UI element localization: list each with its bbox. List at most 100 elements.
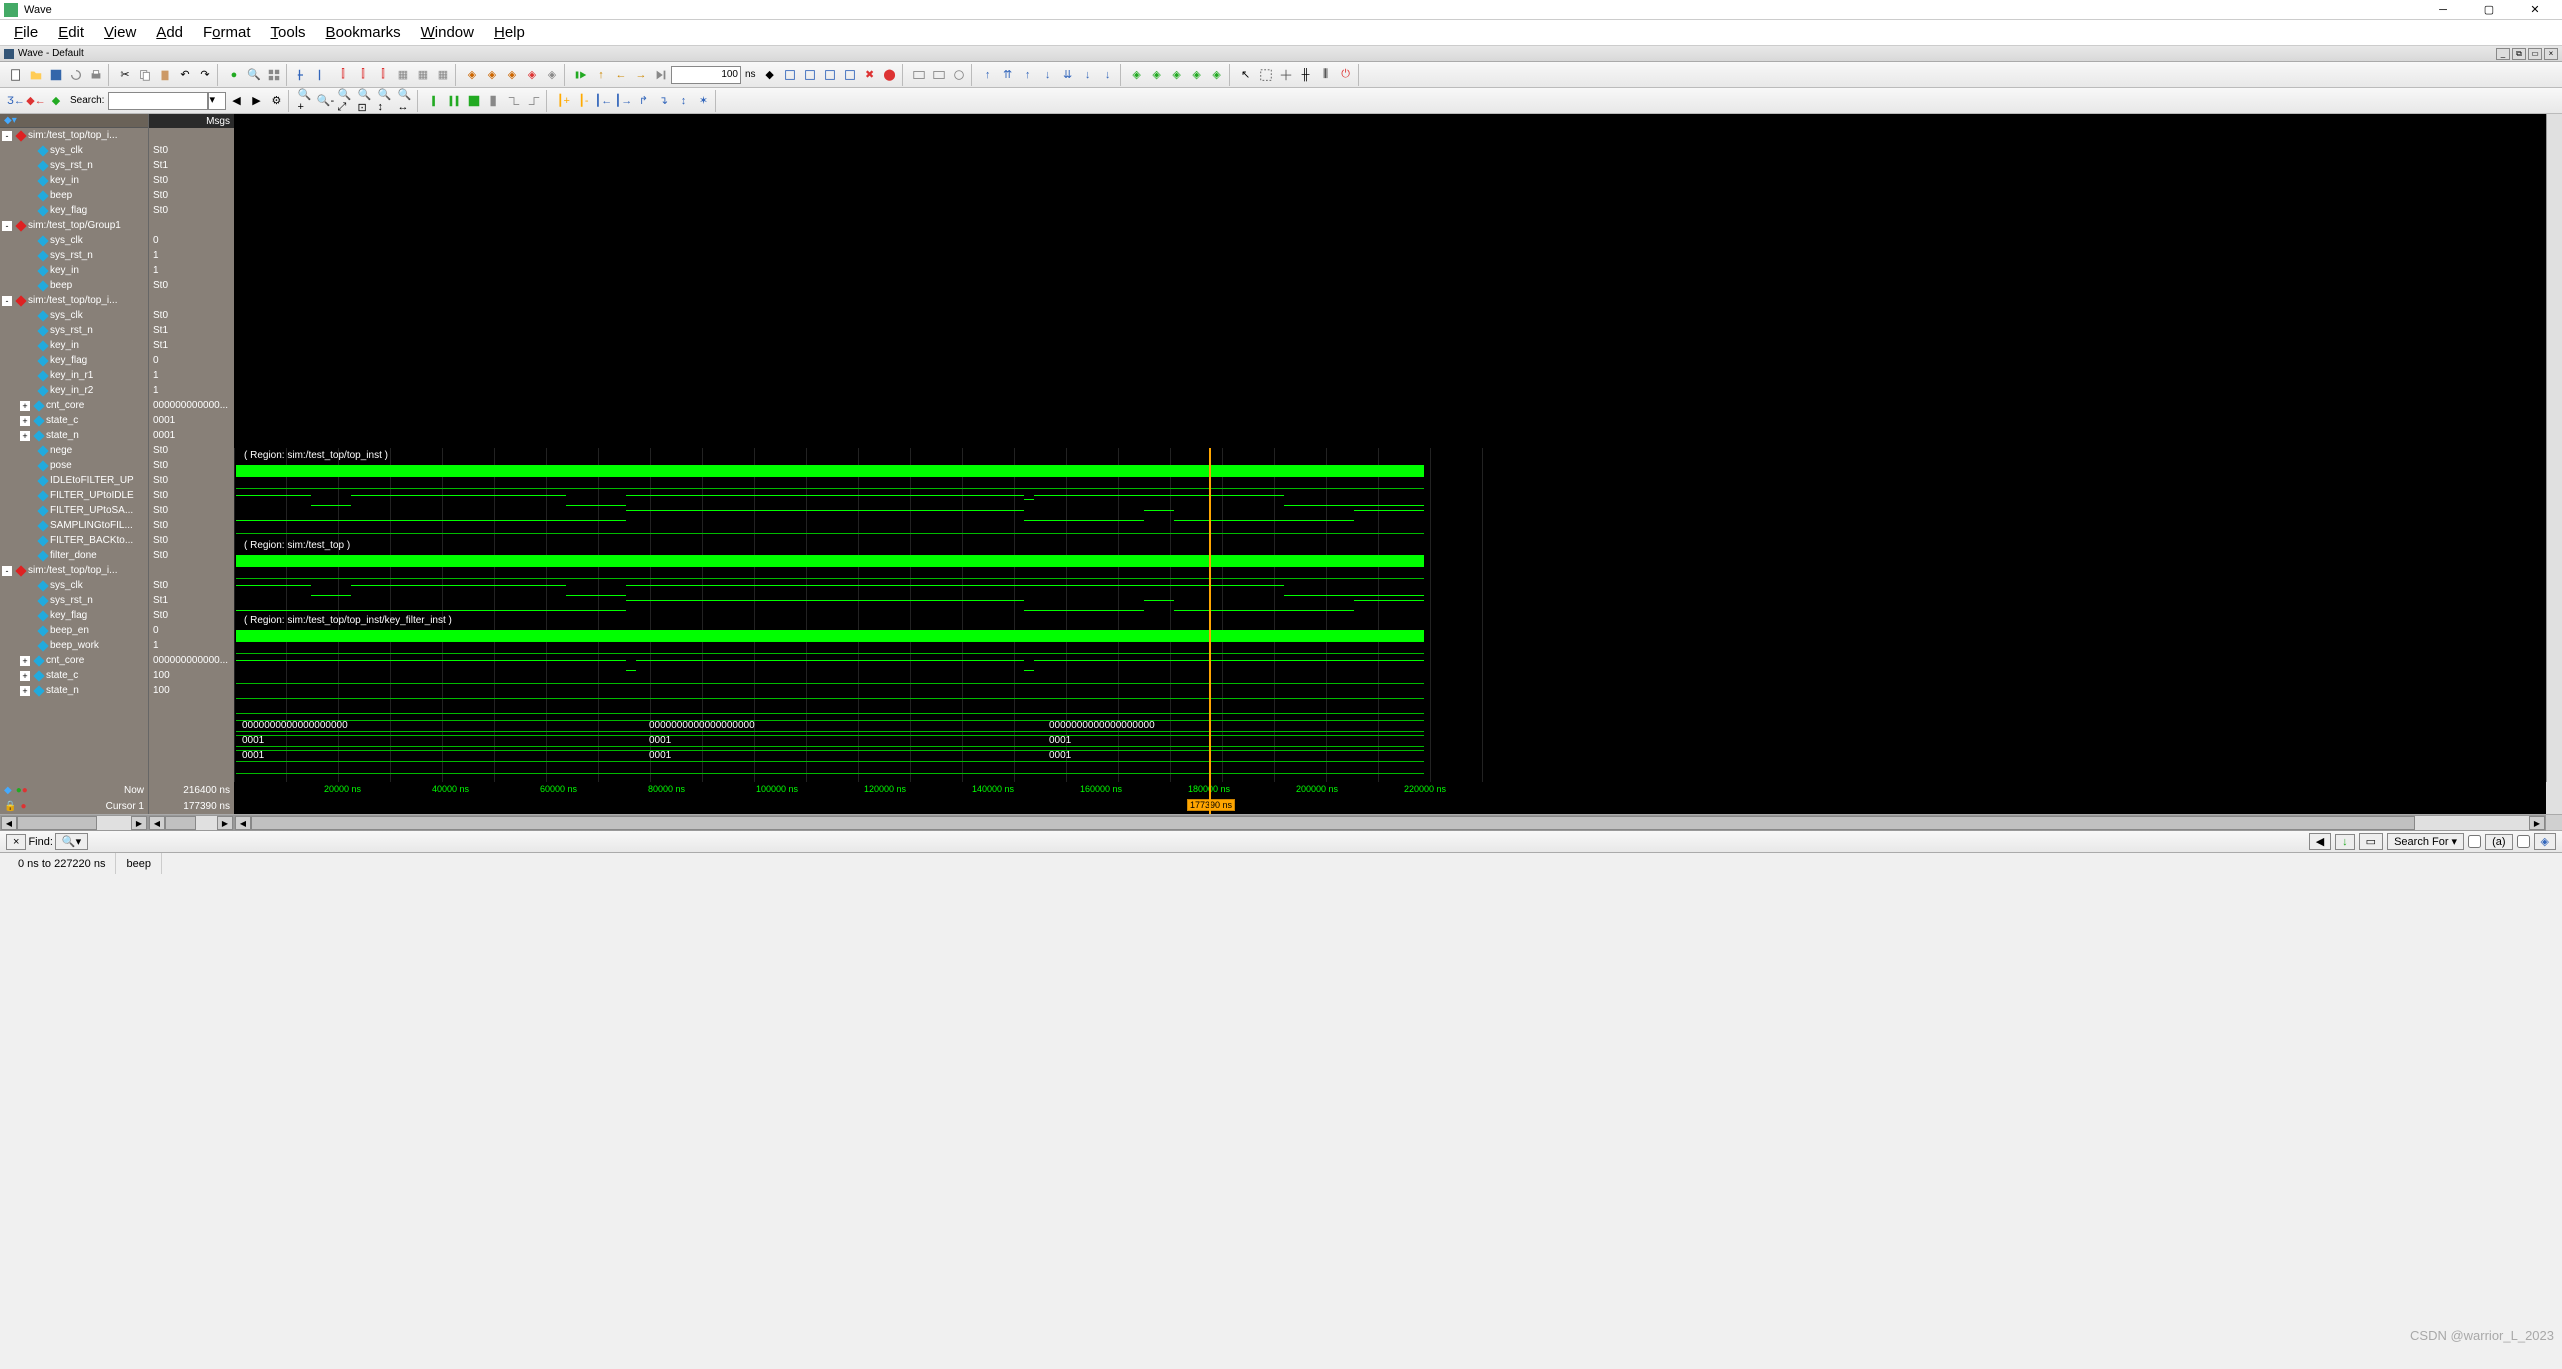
signal-row[interactable]: beep bbox=[0, 278, 148, 293]
mode-grey-icon[interactable] bbox=[485, 92, 503, 110]
menu-edit[interactable]: Edit bbox=[48, 22, 94, 43]
step4-icon[interactable] bbox=[841, 66, 859, 84]
signal-row[interactable]: +cnt_core bbox=[0, 653, 148, 668]
signal-row[interactable]: +cnt_core bbox=[0, 398, 148, 413]
find-whole-icon[interactable]: ◈ bbox=[2534, 833, 2556, 850]
tile-icon[interactable] bbox=[265, 66, 283, 84]
signal-row[interactable]: -sim:/test_top/Group1 bbox=[0, 218, 148, 233]
find-nav-prev-icon[interactable]: ◀ bbox=[2309, 833, 2331, 850]
fmt4-icon[interactable]: ◈ bbox=[1188, 66, 1206, 84]
search-for-dropdown[interactable]: Search For ▾ bbox=[2387, 833, 2464, 850]
select-all-icon[interactable]: ● bbox=[225, 66, 243, 84]
zoom-drag-icon[interactable] bbox=[1277, 66, 1295, 84]
pointer-icon[interactable]: ↖ bbox=[1237, 66, 1255, 84]
signal-row[interactable]: +state_n bbox=[0, 683, 148, 698]
signal-row[interactable]: SAMPLINGtoFIL... bbox=[0, 518, 148, 533]
signal-row[interactable]: +state_n bbox=[0, 428, 148, 443]
signal-row[interactable]: sys_clk bbox=[0, 578, 148, 593]
edge-any-icon[interactable]: ↕ bbox=[674, 92, 692, 110]
run-time-input[interactable] bbox=[671, 66, 741, 84]
signal-row[interactable]: -sim:/test_top/top_i... bbox=[0, 563, 148, 578]
group2-icon[interactable]: ▦ bbox=[414, 66, 432, 84]
db2-icon[interactable]: ◈ bbox=[483, 66, 501, 84]
signal-row[interactable]: +state_c bbox=[0, 668, 148, 683]
find-pattern-icon[interactable]: (a) bbox=[2485, 834, 2512, 850]
exit-icon[interactable]: ⏻ bbox=[1337, 66, 1355, 84]
signal-row[interactable]: key_flag bbox=[0, 203, 148, 218]
signal-row[interactable]: FILTER_UPtoIDLE bbox=[0, 488, 148, 503]
sim1-icon[interactable] bbox=[910, 66, 928, 84]
find-regex-checkbox[interactable] bbox=[2517, 835, 2530, 848]
time-ruler[interactable]: 20000 ns40000 ns60000 ns80000 ns100000 n… bbox=[234, 782, 2546, 814]
mode-single-icon[interactable] bbox=[425, 92, 443, 110]
up3-icon[interactable]: ↑ bbox=[1019, 66, 1037, 84]
save-icon[interactable] bbox=[47, 66, 65, 84]
dn2-icon[interactable]: ⇊ bbox=[1059, 66, 1077, 84]
hier2-icon[interactable]: ⫼ bbox=[1317, 66, 1335, 84]
edge-prev-icon[interactable]: ↱ bbox=[634, 92, 652, 110]
open-icon[interactable] bbox=[27, 66, 45, 84]
cursor-add-icon[interactable] bbox=[294, 66, 312, 84]
waveform-canvas[interactable] bbox=[234, 114, 2546, 448]
restart-icon[interactable] bbox=[572, 66, 590, 84]
fmt3-icon[interactable]: ◈ bbox=[1168, 66, 1186, 84]
cur-del-icon[interactable]: ┃- bbox=[574, 92, 592, 110]
fmt5-icon[interactable]: ◈ bbox=[1208, 66, 1226, 84]
cursor-rem-icon[interactable] bbox=[314, 66, 332, 84]
up2-icon[interactable]: ⇈ bbox=[999, 66, 1017, 84]
zoom-range-icon[interactable]: 🔍↔ bbox=[396, 92, 414, 110]
redo-icon[interactable]: ↷ bbox=[196, 66, 214, 84]
group1-icon[interactable]: ▦ bbox=[394, 66, 412, 84]
menu-tools[interactable]: Tools bbox=[261, 22, 316, 43]
run-right-icon[interactable]: → bbox=[632, 66, 650, 84]
menu-help[interactable]: Help bbox=[484, 22, 535, 43]
signal-row[interactable]: key_flag bbox=[0, 353, 148, 368]
signal-row[interactable]: beep_en bbox=[0, 623, 148, 638]
edge-fall-icon[interactable] bbox=[505, 92, 523, 110]
signal-row[interactable]: key_in bbox=[0, 173, 148, 188]
step2-icon[interactable] bbox=[801, 66, 819, 84]
menu-format[interactable]: Format bbox=[193, 22, 261, 43]
edge-next-icon[interactable]: ↴ bbox=[654, 92, 672, 110]
paste-icon[interactable] bbox=[156, 66, 174, 84]
dock-minimize-button[interactable]: _ bbox=[2496, 48, 2510, 60]
menu-view[interactable]: View bbox=[94, 22, 146, 43]
db5-icon[interactable]: ◈ bbox=[543, 66, 561, 84]
menu-file[interactable]: File bbox=[4, 22, 48, 43]
run-for-icon[interactable] bbox=[652, 66, 670, 84]
signal-row[interactable]: key_in bbox=[0, 338, 148, 353]
signal-row[interactable]: +state_c bbox=[0, 413, 148, 428]
zoom-area-icon[interactable] bbox=[1257, 66, 1275, 84]
signal-row[interactable]: sys_rst_n bbox=[0, 158, 148, 173]
mode-all-icon[interactable] bbox=[465, 92, 483, 110]
signal-row[interactable]: key_in_r1 bbox=[0, 368, 148, 383]
signal-row[interactable]: sys_rst_n bbox=[0, 323, 148, 338]
signal-row[interactable]: -sim:/test_top/top_i... bbox=[0, 128, 148, 143]
spin-icon[interactable]: ◆ bbox=[761, 66, 779, 84]
dn3-icon[interactable]: ↓ bbox=[1079, 66, 1097, 84]
add-log-icon[interactable]: ◆ bbox=[47, 92, 65, 110]
run-left-icon[interactable]: ← bbox=[612, 66, 630, 84]
dock-close-button[interactable]: × bbox=[2544, 48, 2558, 60]
close-button[interactable]: ✕ bbox=[2512, 1, 2558, 19]
db1-icon[interactable]: ◈ bbox=[463, 66, 481, 84]
find-dropdown-icon[interactable]: 🔍▾ bbox=[55, 833, 88, 850]
add-list-icon[interactable]: ◆← bbox=[27, 92, 45, 110]
group3-icon[interactable]: ▦ bbox=[434, 66, 452, 84]
signal-list[interactable]: -sim:/test_top/top_i...sys_clksys_rst_nk… bbox=[0, 128, 148, 782]
findbar-close-button[interactable]: × bbox=[6, 834, 26, 850]
msg-hscroll[interactable]: ◀▶ bbox=[148, 815, 234, 831]
signal-row[interactable]: sys_rst_n bbox=[0, 593, 148, 608]
signal-row[interactable]: FILTER_BACKto... bbox=[0, 533, 148, 548]
cut-icon[interactable]: ✂ bbox=[116, 66, 134, 84]
signal-row[interactable]: key_flag bbox=[0, 608, 148, 623]
waveform-panel[interactable]: ( Region: sim:/test_top/top_inst ) ( Reg… bbox=[234, 114, 2546, 782]
search-next-icon[interactable]: ▶ bbox=[247, 92, 265, 110]
cur-prev-icon[interactable]: ┃← bbox=[594, 92, 612, 110]
fmt1-icon[interactable]: ◈ bbox=[1128, 66, 1146, 84]
wave-edge2-icon[interactable]: ⫿ bbox=[354, 66, 372, 84]
fmt2-icon[interactable]: ◈ bbox=[1148, 66, 1166, 84]
signal-row[interactable]: nege bbox=[0, 443, 148, 458]
search-dropdown[interactable]: ▾ bbox=[208, 92, 226, 110]
zoom-in-icon[interactable]: 🔍+ bbox=[296, 92, 314, 110]
